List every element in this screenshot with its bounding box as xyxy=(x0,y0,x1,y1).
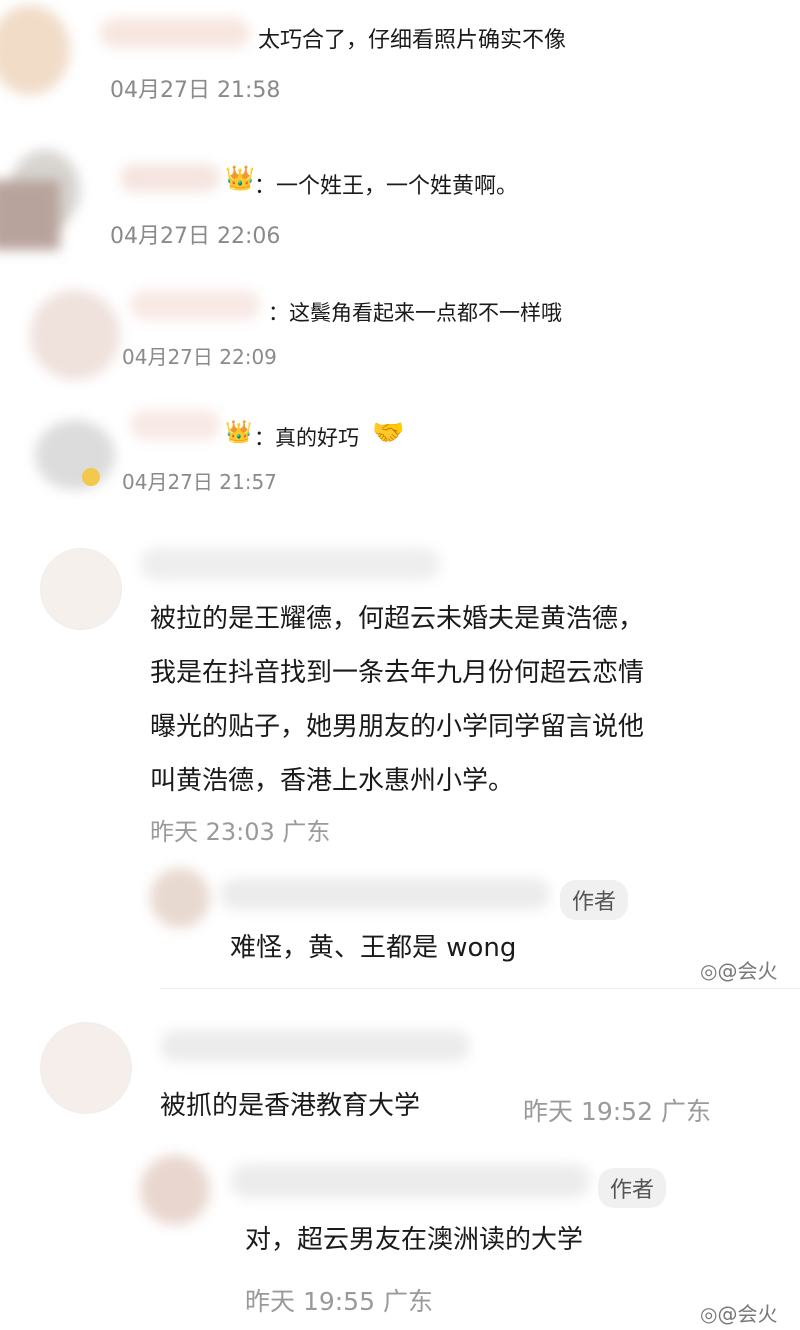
comment-time: 04月27日 21:58 xyxy=(110,78,281,103)
username-blurred[interactable] xyxy=(230,1164,590,1198)
crown-emoji-icon: 👑 xyxy=(225,420,253,445)
reply-text: 难怪，黄、王都是 wong xyxy=(230,933,517,963)
comment-meta: 昨天 19:52 广东 xyxy=(523,1097,711,1126)
comment-text: ：真的好巧 xyxy=(254,426,359,450)
comment-line: 叫黄浩德，香港上水惠州小学。 xyxy=(150,766,515,796)
username-blurred[interactable] xyxy=(120,164,220,192)
comment-time: 04月27日 22:09 xyxy=(122,345,277,369)
avatar[interactable] xyxy=(40,548,122,630)
reply-text: 对，超云男友在澳洲读的大学 xyxy=(245,1225,584,1255)
handshake-emoji-icon: 🤝 xyxy=(372,418,405,448)
username-blurred[interactable] xyxy=(160,1030,470,1062)
avatar[interactable] xyxy=(150,868,210,928)
avatar[interactable] xyxy=(35,420,115,490)
comment-line: 被拉的是王耀德，何超云未婚夫是黄浩德， xyxy=(150,604,645,634)
divider xyxy=(160,988,800,989)
image-blurred xyxy=(0,180,60,250)
watermark: ◎@会火 xyxy=(700,959,778,983)
comment-line: 曝光的贴子，她男朋友的小学同学留言说他 xyxy=(150,712,645,742)
crown-emoji-icon: 👑 xyxy=(225,164,255,192)
comment-time: 04月27日 21:57 xyxy=(122,470,277,494)
avatar[interactable] xyxy=(40,1022,132,1114)
comment-body: 被拉的是王耀德，何超云未婚夫是黄浩德， 我是在抖音找到一条去年九月份何超云恋情 … xyxy=(150,592,790,808)
comment-meta: 昨天 23:03 广东 xyxy=(150,818,331,846)
author-badge: 作者 xyxy=(598,1168,667,1208)
reply-meta: 昨天 19:55 广东 xyxy=(245,1287,433,1316)
weibo-icon: ◎ xyxy=(700,1302,718,1326)
comment-line: 我是在抖音找到一条去年九月份何超云恋情 xyxy=(150,658,645,688)
username-blurred[interactable] xyxy=(220,878,550,910)
comment-text: ：一个姓王，一个姓黄啊。 xyxy=(254,174,519,199)
avatar[interactable] xyxy=(140,1155,210,1225)
username-blurred[interactable] xyxy=(100,18,250,48)
comment-text: 太巧合了，仔细看照片确实不像 xyxy=(258,28,567,53)
author-badge: 作者 xyxy=(560,880,629,920)
weibo-icon: ◎ xyxy=(700,959,718,983)
comment-body: 被抓的是香港教育大学 xyxy=(160,1091,421,1121)
username-blurred[interactable] xyxy=(140,548,440,580)
username-blurred[interactable] xyxy=(130,290,260,320)
comment-text: ：这鬓角看起来一点都不一样哦 xyxy=(268,301,562,325)
username-blurred[interactable] xyxy=(130,410,220,440)
watermark: ◎@会火 xyxy=(700,1302,778,1326)
avatar[interactable] xyxy=(30,290,120,380)
avatar[interactable] xyxy=(0,5,70,95)
verified-badge-icon xyxy=(82,468,100,486)
comment-time: 04月27日 22:06 xyxy=(110,224,281,249)
